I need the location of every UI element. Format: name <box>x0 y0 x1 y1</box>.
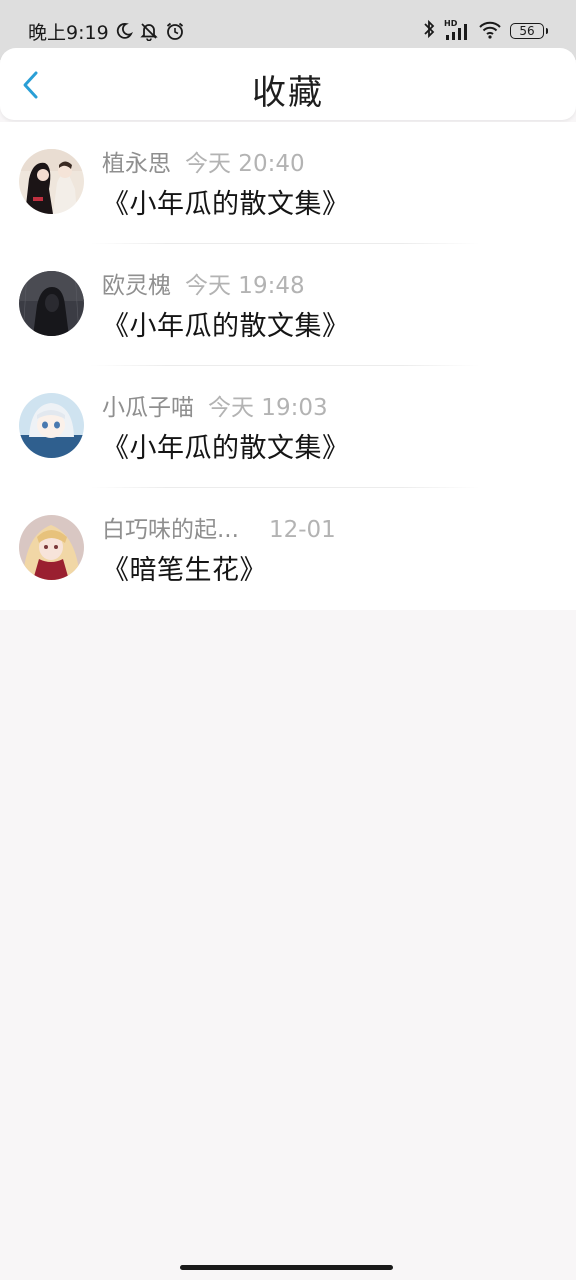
status-right: HD 56 <box>422 17 548 45</box>
favorite-item[interactable]: 小瓜子喵 今天 19:03 《小年瓜的散文集》 <box>0 366 576 488</box>
avatar[interactable] <box>19 515 84 580</box>
user-name[interactable]: 小瓜子喵 <box>102 395 194 421</box>
user-name[interactable]: 植永思 <box>102 151 171 177</box>
favorite-item[interactable]: 植永思 今天 20:40 《小年瓜的散文集》 <box>0 122 576 244</box>
user-name[interactable]: 欧灵槐 <box>102 273 171 299</box>
favorite-meta: 小瓜子喵 今天 19:03 <box>102 388 328 421</box>
bell-off-icon <box>139 21 159 41</box>
favorite-meta: 欧灵槐 今天 19:48 <box>102 266 305 299</box>
timestamp: 今天 20:40 <box>185 151 305 177</box>
status-left: 晚上9:19 <box>28 17 185 45</box>
battery-icon: 56 <box>510 23 548 39</box>
alarm-icon <box>165 21 185 41</box>
signal-icon: HD <box>444 19 470 41</box>
avatar[interactable] <box>19 271 84 336</box>
favorite-meta: 白巧味的起... 12-01 <box>102 510 336 543</box>
moon-icon <box>115 22 133 40</box>
book-title[interactable]: 《小年瓜的散文集》 <box>102 182 350 221</box>
avatar[interactable] <box>19 149 84 214</box>
timestamp: 今天 19:48 <box>185 273 305 299</box>
bluetooth-icon <box>422 19 436 43</box>
timestamp: 12-01 <box>268 517 336 543</box>
timestamp: 今天 19:03 <box>208 395 328 421</box>
favorite-item[interactable]: 白巧味的起... 12-01 《暗笔生花》 <box>0 488 576 610</box>
book-title[interactable]: 《暗笔生花》 <box>102 548 267 587</box>
book-title[interactable]: 《小年瓜的散文集》 <box>102 426 350 465</box>
status-time: 晚上9:19 <box>28 21 109 44</box>
favorite-meta: 植永思 今天 20:40 <box>102 144 305 177</box>
page-title: 收藏 <box>252 73 324 113</box>
favorite-item[interactable]: 欧灵槐 今天 19:48 《小年瓜的散文集》 <box>0 244 576 366</box>
book-title[interactable]: 《小年瓜的散文集》 <box>102 304 350 343</box>
battery-level: 56 <box>519 24 535 38</box>
header: 收藏 <box>0 48 576 120</box>
favorites-list: 植永思 今天 20:40 《小年瓜的散文集》 欧灵槐 今天 19:48 《小年瓜的散… <box>0 122 576 610</box>
avatar[interactable] <box>19 393 84 458</box>
wifi-icon <box>478 19 502 43</box>
home-indicator[interactable] <box>180 1265 393 1270</box>
user-name[interactable]: 白巧味的起... <box>102 517 239 543</box>
